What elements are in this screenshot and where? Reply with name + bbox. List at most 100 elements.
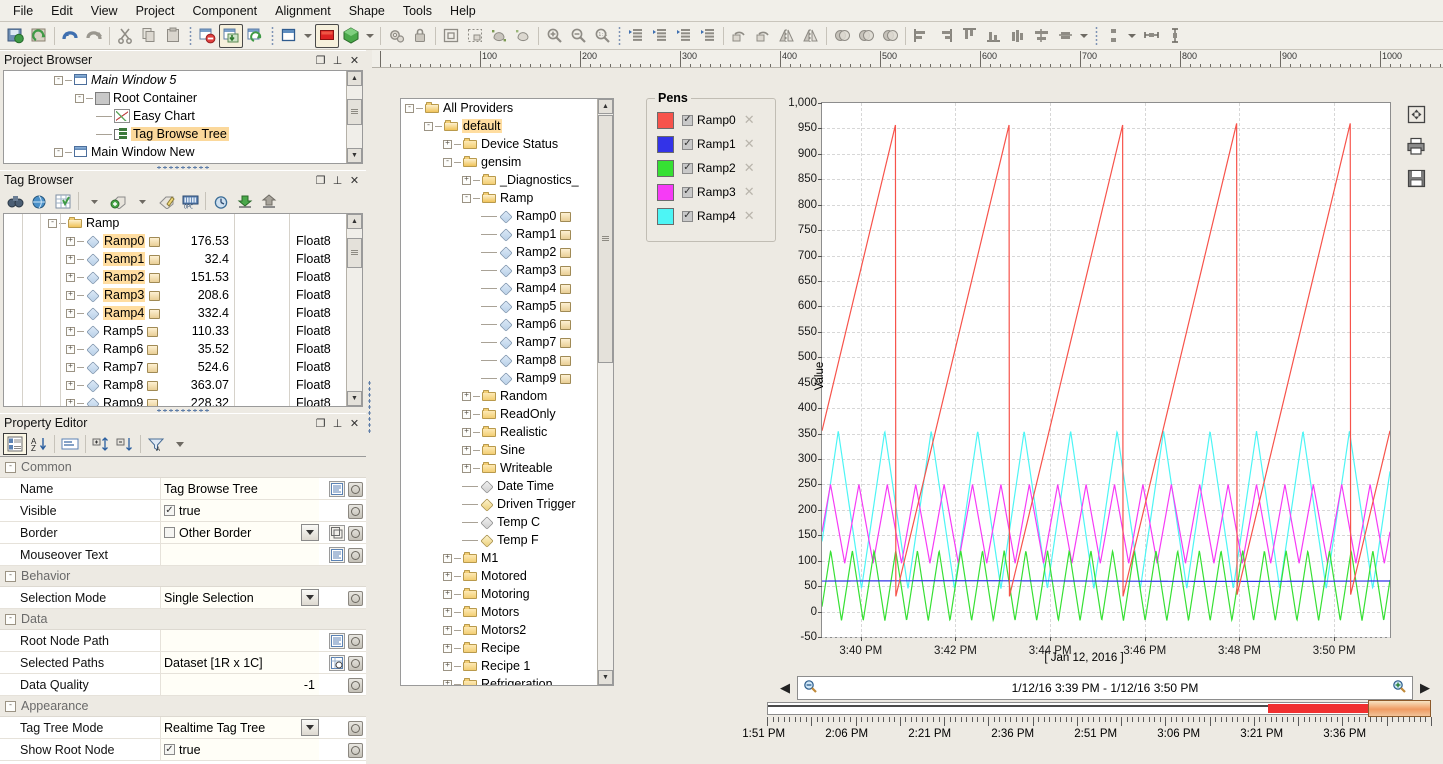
pin-icon[interactable]: ⊥ — [330, 416, 345, 431]
tag-tree-row[interactable]: + Recipe 1 — [401, 657, 598, 675]
property-row[interactable]: Root Node Path — [0, 630, 366, 652]
zoom-in-icon[interactable] — [1392, 679, 1412, 697]
pen-row[interactable]: Ramp0 ✕ — [647, 108, 775, 132]
pen-color-swatch[interactable] — [657, 207, 674, 225]
tag-tree-row[interactable]: Temp C — [401, 513, 598, 531]
remove-pen-icon[interactable]: ✕ — [744, 160, 755, 176]
tag-browser-row[interactable]: + Ramp7 524.6 Float8 — [4, 358, 347, 376]
tag-tree-row[interactable]: + ReadOnly — [401, 405, 598, 423]
tag-tree-row[interactable]: - All Providers — [401, 99, 598, 117]
new-template-icon[interactable] — [339, 24, 363, 48]
tag-tree-row[interactable]: + Motors2 — [401, 621, 598, 639]
copy-icon[interactable] — [329, 524, 345, 541]
tree-expander[interactable]: + — [443, 571, 452, 581]
distribute-icon[interactable] — [1053, 24, 1077, 48]
tree-expander[interactable]: - — [75, 93, 84, 103]
prev-arrow-icon[interactable]: ◀ — [777, 680, 793, 696]
tree-expander[interactable]: + — [462, 175, 471, 185]
move-backward-icon[interactable] — [672, 24, 696, 48]
binding-icon[interactable] — [347, 590, 363, 606]
float-icon[interactable]: ❐ — [313, 173, 328, 188]
zoom-out-icon[interactable] — [566, 24, 590, 48]
save-icon[interactable] — [1403, 166, 1429, 190]
distribute-dropdown[interactable] — [1080, 33, 1088, 38]
color-swatch-icon[interactable] — [315, 23, 339, 48]
space-vertical-icon[interactable] — [1101, 24, 1125, 48]
new-template-dropdown[interactable] — [366, 33, 374, 38]
tag-tree-row[interactable]: Ramp8 — [401, 351, 598, 369]
dropdown-button[interactable] — [301, 589, 319, 606]
tree-expander[interactable]: - — [443, 157, 452, 167]
copy-icon[interactable] — [137, 24, 161, 48]
tree-expander[interactable]: + — [66, 380, 75, 390]
scroll-down-icon[interactable]: ▼ — [347, 148, 362, 163]
scroll-down-icon[interactable]: ▼ — [347, 391, 362, 406]
tag-browse-tree-component[interactable]: - All Providers - default + Device Status - gen… — [400, 98, 614, 686]
tag-tree-row[interactable]: - default — [401, 117, 598, 135]
globe-icon[interactable] — [27, 190, 51, 212]
rotate-left-icon[interactable] — [727, 24, 751, 48]
bring-front-icon[interactable] — [696, 24, 720, 48]
close-icon[interactable]: ✕ — [347, 416, 362, 431]
pen-enabled-checkbox[interactable] — [682, 138, 693, 150]
pen-row[interactable]: Ramp2 ✕ — [647, 156, 775, 180]
property-row[interactable]: Tag Tree Mode Realtime Tag Tree — [0, 717, 366, 739]
easy-chart[interactable]: -50 0 50 100 150 200 250 300 350 400 450 500 550 600 6… — [777, 96, 1391, 686]
group-expander[interactable]: - — [5, 700, 16, 712]
select-all-icon[interactable] — [439, 24, 463, 48]
tag-tree-row[interactable]: Driven Trigger — [401, 495, 598, 513]
close-icon[interactable]: ✕ — [347, 173, 362, 188]
tree-expander[interactable]: + — [443, 139, 452, 149]
tree-expander[interactable]: + — [66, 272, 75, 282]
property-row[interactable]: Mouseover Text — [0, 544, 366, 566]
preview-mode-icon[interactable] — [219, 23, 243, 48]
remove-pen-icon[interactable]: ✕ — [744, 184, 755, 200]
edit-tag-icon[interactable] — [154, 190, 178, 212]
redo-icon[interactable] — [82, 24, 106, 48]
select-region-icon[interactable] — [463, 24, 487, 48]
pen-enabled-checkbox[interactable] — [682, 162, 693, 174]
lock-icon[interactable] — [408, 24, 432, 48]
property-value[interactable]: Single Selection — [160, 587, 319, 608]
tag-tree-scrollbar[interactable]: ▲ ▼ — [597, 99, 613, 685]
remove-pen-icon[interactable]: ✕ — [744, 136, 755, 152]
scroll-down-icon[interactable]: ▼ — [598, 670, 613, 685]
space-dropdown[interactable] — [1128, 33, 1136, 38]
tag-tree-row[interactable]: + Motored — [401, 567, 598, 585]
pen-color-swatch[interactable] — [657, 183, 674, 201]
alphabetical-icon[interactable]: AZ — [27, 433, 51, 455]
menu-item-help[interactable]: Help — [441, 2, 485, 20]
binoculars-icon[interactable] — [3, 190, 27, 212]
tag-browser-row[interactable]: - Ramp — [4, 214, 347, 232]
tree-expander[interactable]: + — [443, 679, 452, 685]
property-row[interactable]: Show Root Node true — [0, 739, 366, 761]
tree-expander[interactable]: + — [66, 254, 75, 264]
tree-expander[interactable]: + — [462, 409, 471, 419]
property-value[interactable] — [160, 544, 319, 565]
export-icon[interactable] — [257, 190, 281, 212]
intersect-icon[interactable] — [854, 24, 878, 48]
property-group-behavior[interactable]: - Behavior — [0, 566, 366, 587]
remove-pen-icon[interactable]: ✕ — [744, 112, 755, 128]
tag-tree-row[interactable]: - Ramp — [401, 189, 598, 207]
tag-tree-row[interactable]: + Sine — [401, 441, 598, 459]
align-center-icon[interactable] — [1005, 24, 1029, 48]
timeline-track[interactable] — [767, 702, 1431, 715]
property-group-appearance[interactable]: - Appearance — [0, 696, 366, 717]
chart-plot-area[interactable]: -50 0 50 100 150 200 250 300 350 400 450 500 550 600 6… — [788, 97, 1391, 657]
tree-expander[interactable]: + — [66, 290, 75, 300]
property-value[interactable]: true — [160, 500, 319, 521]
tag-browser-row[interactable]: + Ramp0 176.53 Float8 — [4, 232, 347, 250]
menu-item-file[interactable]: File — [4, 2, 42, 20]
project-tree-row[interactable]: - Main Window New — [4, 143, 347, 161]
zoom-out-icon[interactable] — [798, 679, 818, 697]
tree-expander[interactable]: - — [48, 218, 57, 228]
tree-expander[interactable]: + — [443, 607, 452, 617]
pin-icon[interactable]: ⊥ — [330, 53, 345, 68]
property-value[interactable]: Other Border — [160, 522, 319, 543]
tree-expander[interactable]: - — [54, 147, 63, 157]
binding-icon[interactable] — [347, 742, 363, 758]
pen-enabled-checkbox[interactable] — [682, 186, 693, 198]
tree-expander[interactable]: + — [443, 643, 452, 653]
tree-expander[interactable]: + — [443, 625, 452, 635]
